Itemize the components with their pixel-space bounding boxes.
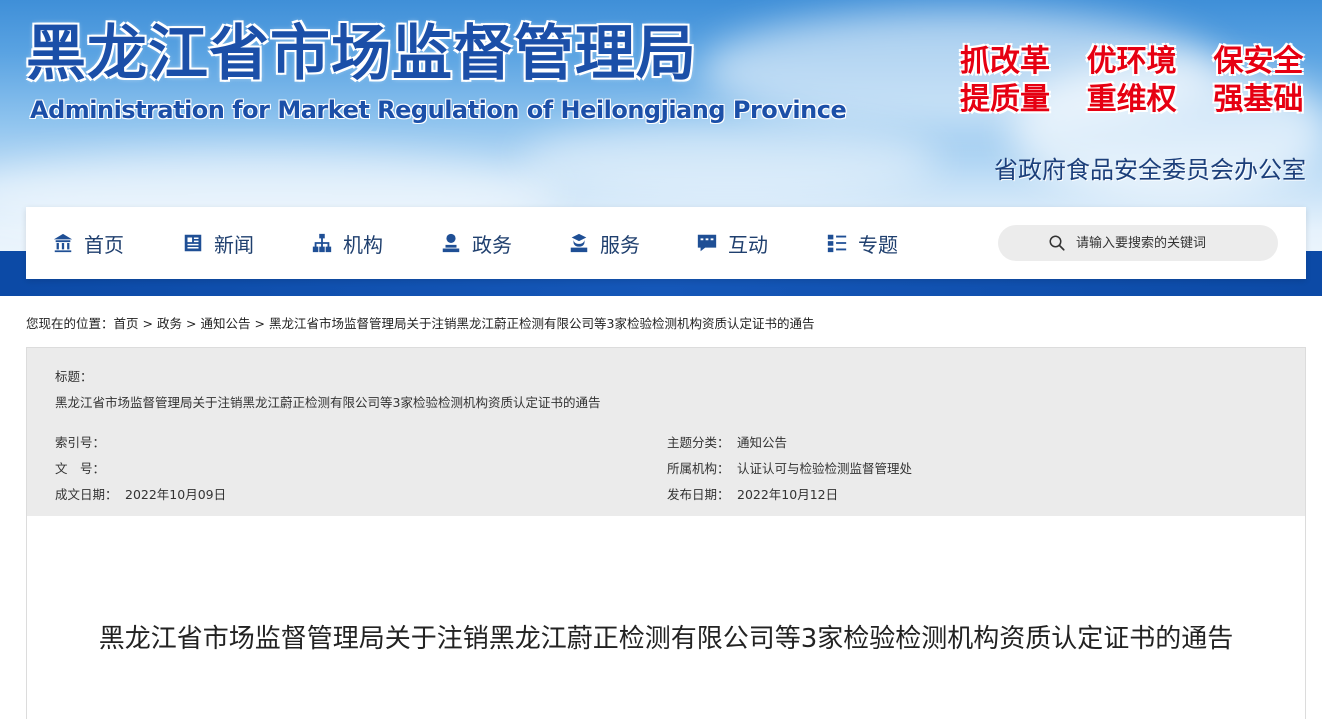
- home-icon: [53, 233, 73, 253]
- breadcrumb: 您现在的位置：首页 > 政务 > 通知公告 > 黑龙江省市场监督管理局关于注销黑龙江蔚正检测…: [26, 313, 814, 332]
- doc-number-label: 文 号：: [55, 461, 106, 476]
- breadcrumb-link-notices[interactable]: 通知公告: [201, 316, 251, 331]
- nav-item-org[interactable]: 机构: [311, 207, 383, 279]
- department-label: 所属机构：: [667, 461, 730, 476]
- nav-label: 服务: [600, 232, 640, 257]
- chat-icon: [697, 234, 717, 252]
- topic-icon: [827, 234, 847, 253]
- slogan: 强基础: [1213, 82, 1304, 117]
- title-label: 标题：: [55, 369, 93, 384]
- slogans: 抓改革 优环境 保安全 提质量 重维权 强基础: [960, 44, 1310, 118]
- title-value: 黑龙江省市场监督管理局关于注销黑龙江蔚正检测有限公司等3家检验检测机构资质认定证…: [55, 395, 601, 410]
- nav-label: 新闻: [214, 232, 254, 257]
- category-value: 通知公告: [737, 435, 788, 450]
- created-date-value: 2022年10月09日: [125, 487, 227, 502]
- search-icon[interactable]: [1048, 234, 1066, 252]
- department-value: 认证认可与检验检测监督管理处: [737, 461, 913, 476]
- slogan: 保安全: [1213, 44, 1304, 79]
- published-date-value: 2022年10月12日: [737, 487, 839, 502]
- nav-item-news[interactable]: 新闻: [182, 207, 254, 279]
- nav-label: 政务: [472, 232, 512, 257]
- nav-item-home[interactable]: 首页: [52, 207, 124, 279]
- slogan: 优环境: [1086, 44, 1177, 79]
- breadcrumb-prefix: 您现在的位置：: [26, 316, 114, 331]
- breadcrumb-link-home[interactable]: 首页: [114, 316, 139, 331]
- site-subtitle: Administration for Market Regulation of …: [30, 96, 847, 124]
- breadcrumb-link-gov[interactable]: 政务: [157, 316, 182, 331]
- nav-label: 机构: [343, 232, 383, 257]
- nav-item-interact[interactable]: 互动: [696, 207, 768, 279]
- nav-label: 互动: [728, 232, 768, 257]
- category-label: 主题分类：: [667, 435, 730, 450]
- nav-item-topic[interactable]: 专题: [826, 207, 898, 279]
- nav-label: 首页: [84, 232, 124, 257]
- document-info-panel: 标题： 黑龙江省市场监督管理局关于注销黑龙江蔚正检测有限公司等3家检验检测机构资…: [26, 347, 1306, 517]
- breadcrumb-current: 黑龙江省市场监督管理局关于注销黑龙江蔚正检测有限公司等3家检验检测机构资质认定证…: [269, 316, 815, 331]
- slogan: 提质量: [960, 82, 1050, 117]
- main-nav: 首页 新闻 机构 政务 服务 互动 专题: [26, 207, 1306, 279]
- office-label: 省政府食品安全委员会办公室: [994, 156, 1306, 184]
- nav-item-service[interactable]: 服务: [568, 207, 640, 279]
- search-box[interactable]: [998, 225, 1278, 261]
- breadcrumb-separator: >: [186, 316, 197, 331]
- article-body: 黑龙江省市场监督管理局关于注销黑龙江蔚正检测有限公司等3家检验检测机构资质认定证…: [26, 516, 1306, 719]
- published-date-label: 发布日期：: [667, 487, 730, 502]
- slogan: 重维权: [1086, 82, 1177, 117]
- search-input[interactable]: [1074, 234, 1258, 252]
- org-icon: [312, 233, 332, 253]
- gov-icon: [442, 233, 460, 253]
- breadcrumb-separator: >: [142, 316, 154, 331]
- nav-item-gov[interactable]: 政务: [440, 207, 512, 279]
- service-icon: [570, 233, 588, 253]
- breadcrumb-separator: >: [254, 316, 266, 331]
- news-icon: [184, 234, 202, 252]
- nav-label: 专题: [858, 232, 898, 257]
- site-title[interactable]: 黑龙江省市场监督管理局: [26, 18, 697, 90]
- cloud-decoration: [520, 120, 940, 200]
- slogan: 抓改革: [960, 44, 1050, 79]
- created-date-label: 成文日期：: [55, 487, 118, 502]
- index-label: 索引号：: [55, 435, 106, 450]
- article-title: 黑龙江省市场监督管理局关于注销黑龙江蔚正检测有限公司等3家检验检测机构资质认定证…: [98, 624, 1234, 654]
